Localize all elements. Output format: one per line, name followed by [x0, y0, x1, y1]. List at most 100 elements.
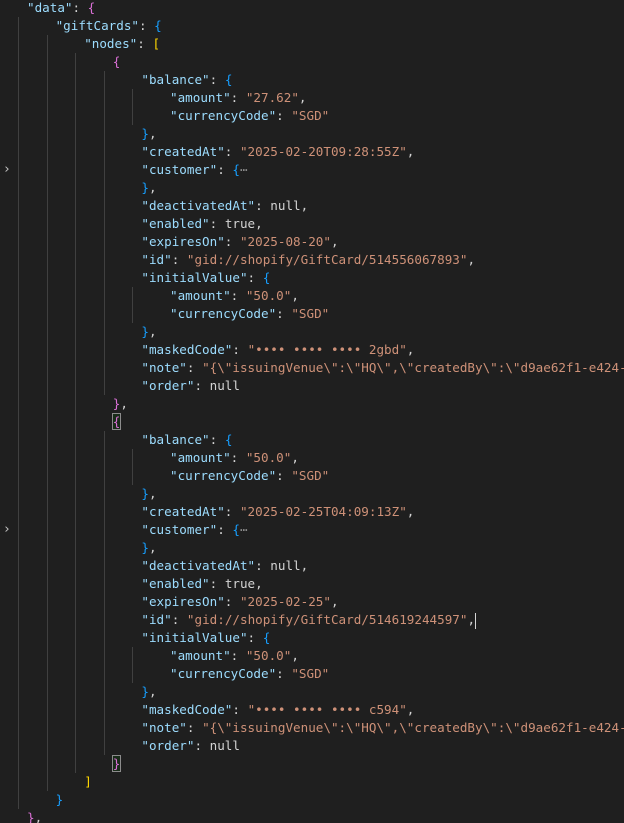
punctuation: , [34, 810, 43, 823]
folded-ellipsis[interactable]: ⋯ [240, 522, 248, 537]
code-line[interactable]: "maskedCode": "•••• •••• •••• c594", [0, 701, 624, 719]
code-line[interactable]: { [0, 413, 624, 431]
code-line[interactable]: "note": "{\"issuingVenue\":\"HQ\",\"crea… [0, 359, 624, 377]
indent-guide [75, 629, 77, 647]
indent-guide [103, 233, 105, 251]
punctuation: , [291, 450, 299, 465]
code-line[interactable]: "expiresOn": "2025-08-20", [0, 233, 624, 251]
code-line[interactable]: "amount": "50.0", [0, 647, 624, 665]
code-line[interactable]: "initialValue": { [0, 629, 624, 647]
indent-guide [75, 683, 77, 701]
bracket: { [154, 18, 162, 33]
punctuation: : [137, 36, 153, 51]
indent-guide [75, 557, 77, 575]
indent-guide [103, 323, 105, 341]
code-line[interactable]: "currencyCode": "SGD" [0, 665, 624, 683]
json-string: "SGD" [291, 468, 330, 483]
code-text: "deactivatedAt": null, [141, 197, 308, 215]
code-line[interactable]: } [0, 755, 624, 773]
punctuation: , [298, 90, 307, 105]
json-key: "data" [27, 0, 73, 15]
code-line[interactable]: ] [0, 773, 624, 791]
indent-guide [18, 773, 19, 791]
indent-guide [75, 413, 77, 431]
code-line[interactable]: "deactivatedAt": null, [0, 197, 624, 215]
indent-guide [18, 107, 19, 125]
code-line[interactable]: }, [0, 539, 624, 557]
json-string: "27.62" [245, 90, 299, 105]
indent-guide [18, 179, 19, 197]
json-key: "deactivatedAt" [141, 198, 256, 213]
code-line[interactable]: "id": "gid://shopify/GiftCard/5145560678… [0, 251, 624, 269]
code-line[interactable]: }, [0, 683, 624, 701]
indent-guide [46, 125, 48, 143]
code-line[interactable]: "note": "{\"issuingVenue\":\"HQ\",\"crea… [0, 719, 624, 737]
code-line[interactable]: "expiresOn": "2025-02-25", [0, 593, 624, 611]
code-text: ] [84, 773, 92, 791]
code-line[interactable]: "currencyCode": "SGD" [0, 305, 624, 323]
code-line[interactable]: "order": null [0, 737, 624, 755]
json-key: "currencyCode" [170, 666, 277, 681]
indent-guide [103, 305, 105, 323]
code-line[interactable]: "giftCards": { [0, 17, 624, 35]
code-line[interactable]: } [0, 791, 624, 809]
code-line[interactable]: "deactivatedAt": null, [0, 557, 624, 575]
indent-guide [18, 395, 19, 413]
code-line[interactable]: }, [0, 395, 624, 413]
code-line[interactable]: }, [0, 179, 624, 197]
code-line[interactable]: "maskedCode": "•••• •••• •••• 2gbd", [0, 341, 624, 359]
punctuation: , [300, 198, 309, 213]
code-line[interactable]: "amount": "50.0", [0, 449, 624, 467]
code-line[interactable]: › "customer": {⋯ [0, 521, 624, 539]
json-code-editor[interactable]: "data": {"giftCards": {"nodes": [{"balan… [0, 0, 624, 823]
json-string: "50.0" [245, 648, 292, 663]
code-line[interactable]: "createdAt": "2025-02-25T04:09:13Z", [0, 503, 624, 521]
punctuation: , [406, 504, 415, 519]
code-line[interactable]: "balance": { [0, 71, 624, 89]
fold-chevron-right-icon[interactable]: › [1, 161, 13, 179]
code-line[interactable]: "enabled": true, [0, 215, 624, 233]
punctuation: : [171, 252, 187, 267]
indent-guide [18, 593, 19, 611]
code-line[interactable]: "id": "gid://shopify/GiftCard/5146192445… [0, 611, 624, 629]
indent-guide [18, 35, 19, 53]
code-line[interactable]: "initialValue": { [0, 269, 624, 287]
indent-guide [103, 647, 105, 665]
code-text: "enabled": true, [141, 575, 262, 593]
indent-guide [103, 521, 105, 539]
indent-guide [103, 683, 105, 701]
code-line[interactable]: "createdAt": "2025-02-20T09:28:55Z", [0, 143, 624, 161]
code-line[interactable]: "currencyCode": "SGD" [0, 107, 624, 125]
code-line[interactable]: "enabled": true, [0, 575, 624, 593]
fold-chevron-right-icon[interactable]: › [1, 521, 13, 539]
code-line[interactable]: { [0, 53, 624, 71]
indent-guide [75, 323, 77, 341]
code-line[interactable]: "data": { [0, 0, 624, 17]
code-line[interactable]: }, [0, 125, 624, 143]
punctuation: , [148, 180, 157, 195]
code-line[interactable]: }, [0, 323, 624, 341]
code-line[interactable]: }, [0, 809, 624, 823]
json-key: "currencyCode" [170, 306, 277, 321]
json-key: "expiresOn" [141, 594, 225, 609]
code-text: "id": "gid://shopify/GiftCard/5146192445… [141, 611, 477, 629]
json-string: "{\"issuingVenue\":\"HQ\",\"createdBy\":… [202, 360, 624, 375]
indent-guide [103, 377, 105, 395]
indent-guide [46, 251, 48, 269]
indent-guide [103, 359, 105, 377]
code-line[interactable]: › "customer": {⋯ [0, 161, 624, 179]
code-text: "currencyCode": "SGD" [170, 305, 329, 323]
code-text: "maskedCode": "•••• •••• •••• c594", [141, 701, 414, 719]
folded-ellipsis[interactable]: ⋯ [240, 162, 248, 177]
code-line[interactable]: "order": null [0, 377, 624, 395]
punctuation: : [224, 234, 240, 249]
punctuation: , [330, 234, 339, 249]
code-line[interactable]: "balance": { [0, 431, 624, 449]
code-line[interactable]: "currencyCode": "SGD" [0, 467, 624, 485]
indent-guide [103, 341, 105, 359]
code-line[interactable]: "amount": "50.0", [0, 287, 624, 305]
code-line[interactable]: "nodes": [ [0, 35, 624, 53]
json-key: "createdAt" [141, 144, 225, 159]
code-line[interactable]: }, [0, 485, 624, 503]
code-line[interactable]: "amount": "27.62", [0, 89, 624, 107]
